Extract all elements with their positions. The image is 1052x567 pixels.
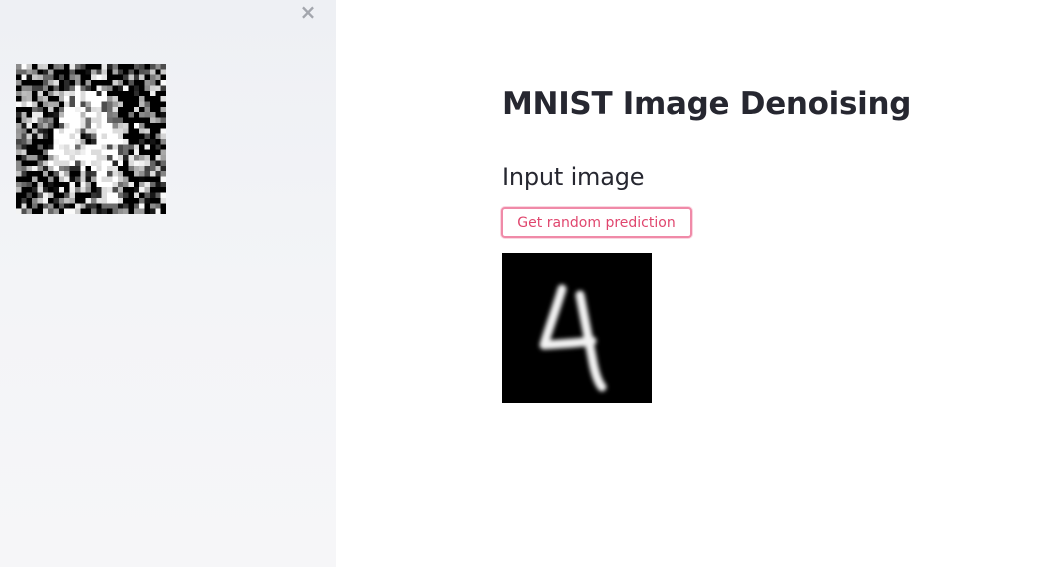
get-random-prediction-button[interactable]: Get random prediction — [501, 207, 692, 238]
main-content: MNIST Image Denoising Input image Get ra… — [336, 0, 1052, 567]
noisy-input-image — [16, 64, 166, 214]
close-icon: × — [299, 0, 317, 24]
close-sidebar-button[interactable]: × — [298, 2, 318, 22]
sidebar: × — [0, 0, 336, 567]
section-heading: Input image — [502, 163, 645, 191]
denoised-output-image — [502, 253, 652, 403]
app-window: × MNIST Image Denoising Input image Get … — [0, 0, 1052, 567]
page-title: MNIST Image Denoising — [502, 86, 912, 122]
